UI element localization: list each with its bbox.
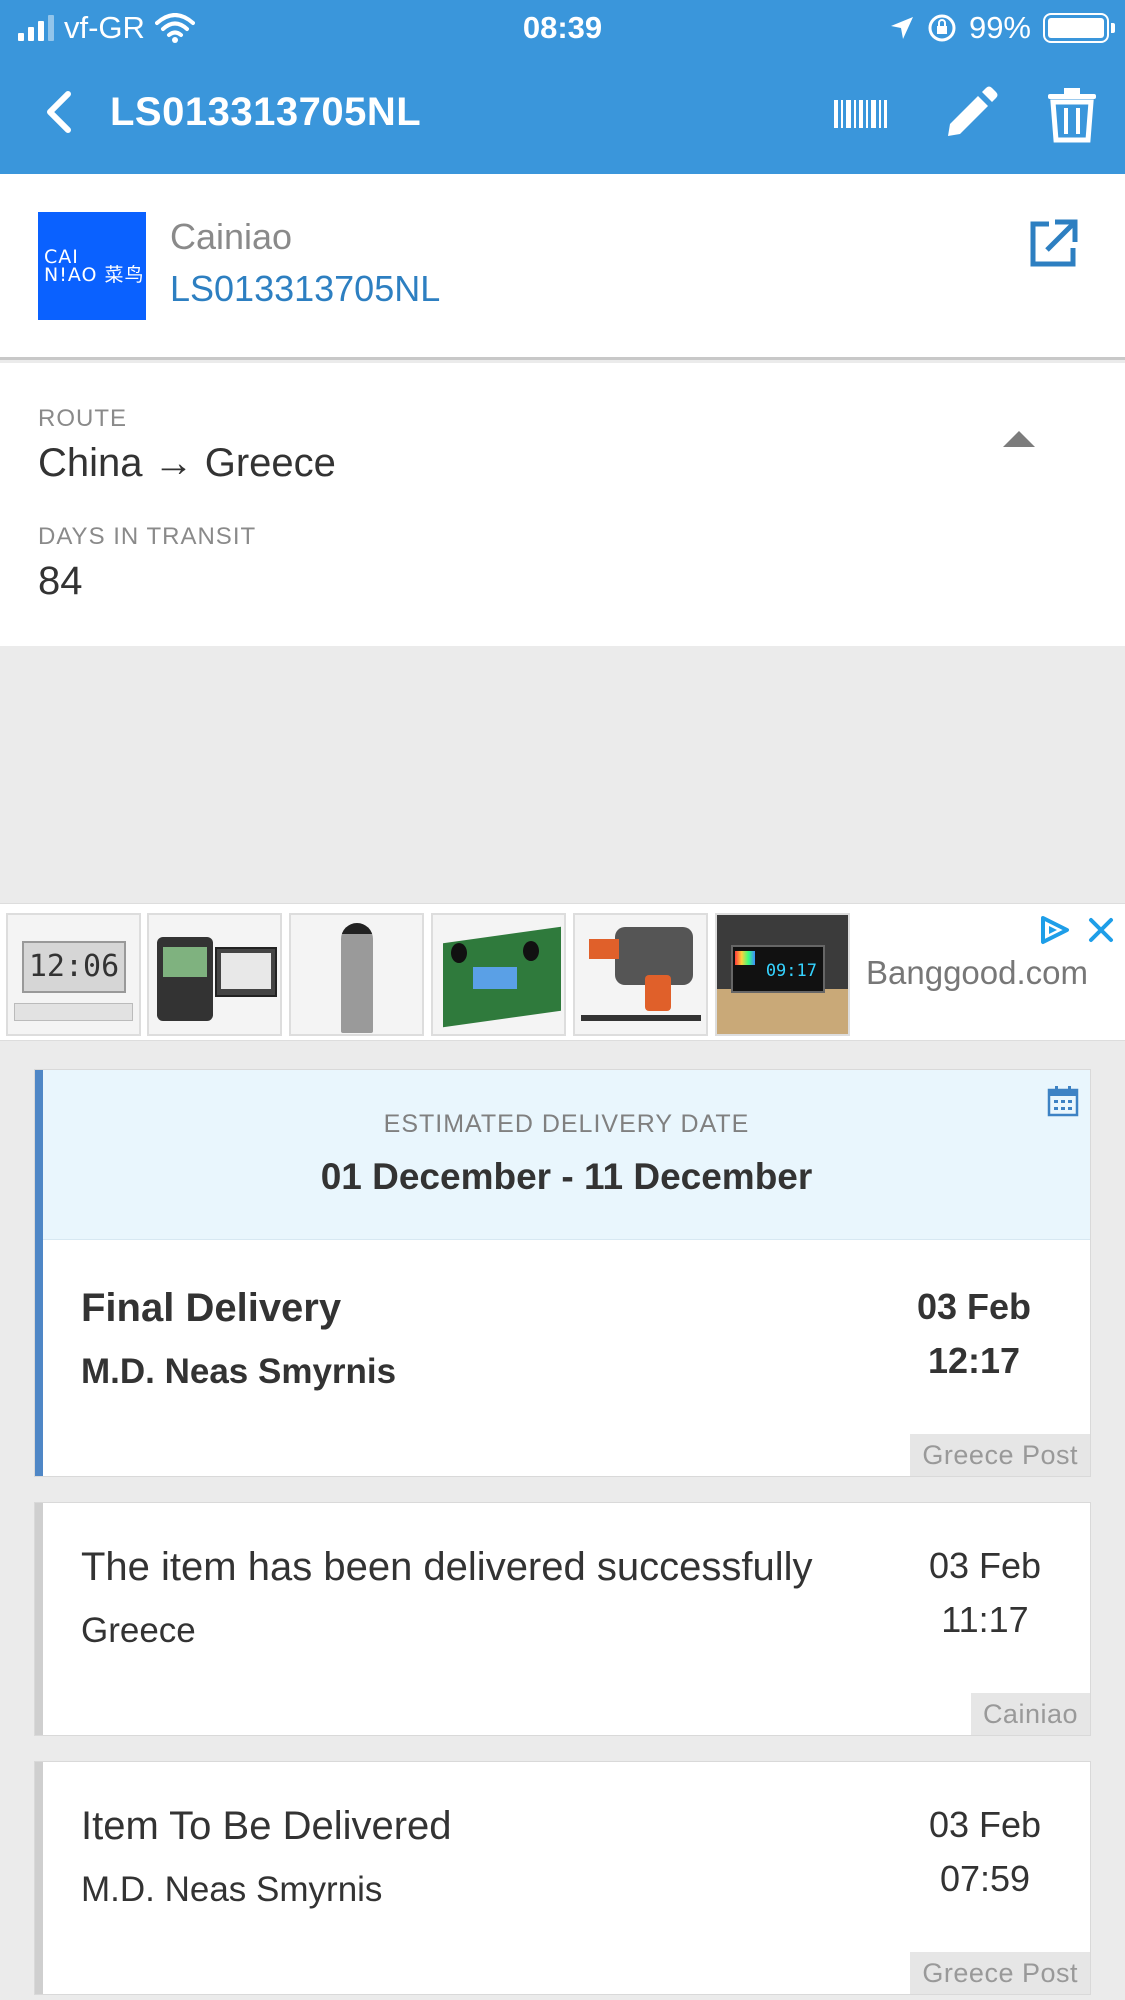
route-value: China → Greece [38, 441, 336, 485]
battery-icon [1043, 13, 1115, 43]
page-title: LS013313705NL [110, 90, 422, 134]
ad-banner[interactable]: 12:06 09:17 Banggood.com [0, 903, 1125, 1041]
event-time: 11:17 [941, 1599, 1029, 1640]
event-datetime: 03 Feb 11:17 [910, 1539, 1060, 1647]
event-time: 12:17 [927, 1340, 1021, 1381]
transit-label: DAYS IN TRANSIT [38, 523, 257, 550]
ad-thumb-pixel-clock[interactable]: 09:17 [715, 913, 850, 1036]
event-source-badge: Cainiao [970, 1693, 1090, 1735]
ad-thumb-file[interactable] [289, 913, 424, 1036]
tracking-event-card[interactable]: Item To Be Delivered M.D. Neas Smyrnis 0… [34, 1761, 1091, 1995]
transit-value: 84 [38, 559, 83, 603]
indicator-bar [35, 1503, 43, 1735]
route-panel: ROUTE China → Greece DAYS IN TRANSIT 84 [0, 363, 1125, 646]
barcode-button[interactable] [828, 82, 892, 146]
event-location: Greece [81, 1611, 196, 1650]
event-datetime: 03 Feb 12:17 [894, 1280, 1054, 1388]
event-title: The item has been delivered successfully [81, 1545, 813, 1589]
status-bar: vf-GR 08:39 99% [0, 0, 1125, 56]
ad-brand-label[interactable]: Banggood.com [866, 954, 1088, 992]
event-location: M.D. Neas Smyrnis [81, 1352, 397, 1391]
event-time: 07:59 [939, 1858, 1031, 1899]
clock-display: 12:06 [22, 941, 126, 993]
edit-button[interactable] [938, 82, 1002, 146]
external-link-icon[interactable] [1025, 216, 1081, 272]
app-header: vf-GR 08:39 99% LS013313705NL [0, 0, 1125, 174]
event-source-badge: Greece Post [910, 1952, 1090, 1994]
cainiao-logo: CAI N!AO 菜鸟 [38, 212, 146, 320]
delete-button[interactable] [1040, 82, 1104, 146]
event-date: 03 Feb [916, 1286, 1032, 1327]
event-date: 03 Feb [928, 1545, 1042, 1586]
close-ad-icon[interactable] [1085, 914, 1117, 946]
tracking-number-link[interactable]: LS013313705NL [170, 268, 440, 310]
event-source-badge: Greece Post [910, 1434, 1090, 1476]
indicator-bar [35, 1762, 43, 1994]
event-title: Final Delivery [81, 1286, 342, 1330]
ad-thumb-oscilloscope[interactable] [147, 913, 282, 1036]
carrier-name: Cainiao [170, 216, 293, 257]
active-indicator [35, 1070, 43, 1476]
ad-thumb-clock[interactable]: 12:06 [6, 913, 141, 1036]
nav-bar: LS013313705NL [0, 72, 1125, 156]
collapse-caret-icon[interactable] [1003, 431, 1035, 447]
estimated-delivery-panel: ESTIMATED DELIVERY DATE 01 December - 11… [43, 1070, 1090, 1240]
rotation-lock-icon [928, 14, 956, 42]
location-arrow-icon [890, 17, 913, 39]
calendar-icon[interactable] [1046, 1084, 1080, 1118]
route-label: ROUTE [38, 405, 127, 432]
back-button[interactable] [38, 86, 78, 138]
estimated-delivery-label: ESTIMATED DELIVERY DATE [383, 1110, 750, 1138]
event-date: 03 Feb [928, 1804, 1042, 1845]
event-location: M.D. Neas Smyrnis [81, 1870, 383, 1909]
event-datetime: 03 Feb 07:59 [910, 1798, 1060, 1906]
carrier-row[interactable]: CAI N!AO 菜鸟 Cainiao LS013313705NL [0, 174, 1125, 360]
battery-percent: 99% [968, 10, 1031, 45]
ad-thumb-drill[interactable] [573, 913, 708, 1036]
tracking-event-card[interactable]: ESTIMATED DELIVERY DATE 01 December - 11… [34, 1069, 1091, 1477]
estimated-delivery-value: 01 December - 11 December [320, 1156, 813, 1197]
adchoices-icon[interactable] [1039, 914, 1071, 946]
tracking-event-card[interactable]: The item has been delivered successfully… [34, 1502, 1091, 1736]
ad-thumb-circuit-board[interactable] [431, 913, 566, 1036]
logo-text-line-2: N!AO 菜鸟 [44, 264, 145, 286]
event-title: Item To Be Delivered [81, 1804, 452, 1848]
